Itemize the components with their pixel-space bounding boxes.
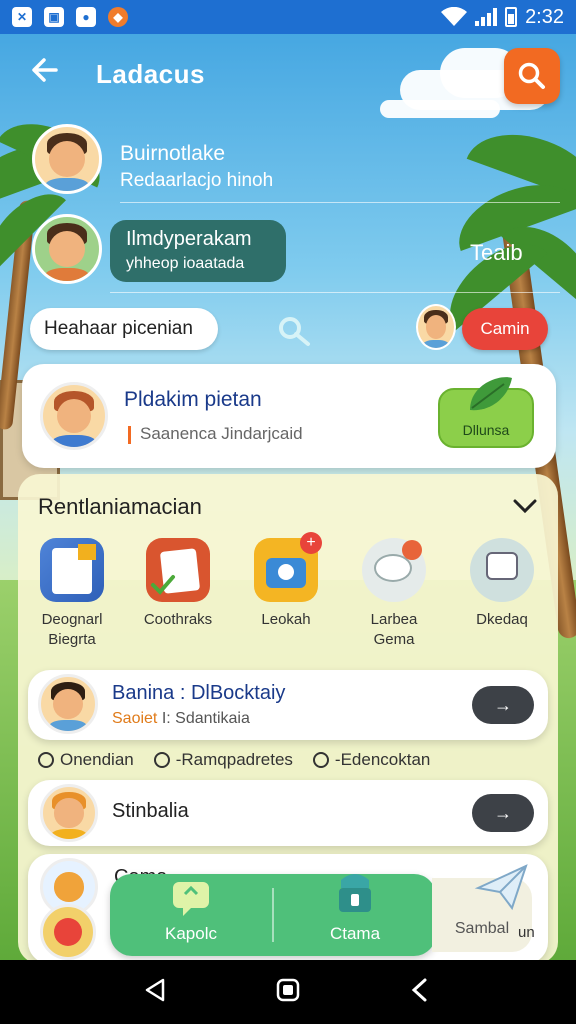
profile-name: Ilmdyperakam bbox=[126, 228, 252, 250]
app-label: Leokah bbox=[261, 611, 311, 628]
overflow-label: un bbox=[518, 924, 535, 941]
tag[interactable]: -Edencoktan bbox=[312, 750, 430, 770]
app-tile-chat[interactable] bbox=[362, 538, 426, 602]
open-button[interactable]: → bbox=[472, 794, 534, 832]
app-tile-dialog[interactable] bbox=[470, 538, 534, 602]
chat-bubble-icon bbox=[173, 882, 209, 916]
tag[interactable]: -Ramqpadretes bbox=[153, 750, 293, 770]
wifi-icon bbox=[441, 7, 468, 26]
chip-left[interactable]: Heahaar picenian bbox=[30, 308, 218, 350]
list-item-subtitle: I: Sdantikaia bbox=[161, 710, 250, 727]
feature-badge-button[interactable]: Dllunsa bbox=[438, 377, 534, 448]
app-notification-icon: ◆ bbox=[108, 7, 128, 27]
divider bbox=[110, 292, 560, 293]
leaf-icon bbox=[470, 377, 512, 411]
archive-icon bbox=[339, 874, 371, 912]
profile-card[interactable]: Ilmdyperakam yhheop ioaatada bbox=[110, 220, 286, 282]
profile-subtitle: Redaarlacjo hinoh bbox=[120, 170, 274, 191]
list-item-title: Stinbalia bbox=[112, 800, 189, 822]
tag[interactable]: Onendian bbox=[38, 750, 134, 770]
app-tile-camera[interactable]: + bbox=[254, 532, 322, 602]
back-triangle-icon[interactable] bbox=[143, 977, 169, 1008]
page-title: Ladacus bbox=[96, 58, 205, 89]
app-header: Ladacus bbox=[0, 34, 576, 114]
clock: 2:32 bbox=[525, 5, 564, 28]
nav-item-kapolc[interactable]: Kapolc bbox=[110, 874, 272, 956]
clock-icon bbox=[153, 752, 170, 768]
divider bbox=[120, 202, 560, 203]
battery-icon bbox=[505, 7, 518, 27]
chevron-down-icon[interactable] bbox=[512, 496, 538, 521]
avatar bbox=[40, 382, 108, 450]
system-navigation-bar bbox=[0, 960, 576, 1024]
recents-chevron-icon[interactable] bbox=[407, 977, 433, 1008]
feature-subtitle: Saanenca Jindarjcaid bbox=[140, 424, 303, 443]
accent-bar bbox=[128, 426, 131, 444]
app-label: Dkedaq bbox=[476, 611, 528, 628]
feature-badge-label: Dllunsa bbox=[462, 422, 510, 438]
home-icon[interactable] bbox=[275, 977, 301, 1008]
notification-icon: ✕ bbox=[12, 7, 32, 27]
nav-item-ctama[interactable]: Ctama bbox=[274, 874, 436, 956]
side-label: Teaib bbox=[470, 240, 523, 265]
profile-name: Buirnotlake bbox=[120, 142, 226, 165]
avatar bbox=[38, 674, 98, 734]
list-item-accent: Saoiet bbox=[112, 710, 158, 727]
gallery-icon: ▣ bbox=[44, 7, 64, 27]
clock-icon bbox=[312, 752, 329, 768]
app-tile-notes[interactable] bbox=[40, 538, 104, 602]
key-icon[interactable] bbox=[276, 314, 316, 355]
app-label: Deognarl Biegrta bbox=[41, 611, 103, 648]
section-title: Rentlaniamacian bbox=[38, 494, 202, 519]
tag-row: Onendian -Ramqpadretes -Edencoktan bbox=[38, 750, 538, 770]
search-button[interactable] bbox=[504, 48, 560, 104]
app-tile-contracts[interactable] bbox=[146, 538, 210, 602]
list-item[interactable]: Banina : DlBocktaiy Saoiet I: Sdantikaia… bbox=[28, 670, 548, 740]
action-chip-button[interactable]: Camin bbox=[462, 308, 548, 350]
search-icon bbox=[518, 62, 545, 89]
avatar[interactable] bbox=[32, 214, 102, 284]
profile-subtitle: yhheop ioaatada bbox=[126, 255, 245, 272]
feature-title: Pldakim pietan bbox=[124, 388, 262, 411]
open-button[interactable]: → bbox=[472, 686, 534, 724]
list-item-title: Banina : DlBocktaiy bbox=[112, 682, 286, 704]
list-item[interactable]: Stinbalia → bbox=[28, 780, 548, 846]
clock-icon bbox=[38, 752, 54, 768]
signal-icon bbox=[475, 8, 498, 26]
app-label: Larbea Gema bbox=[370, 611, 418, 648]
avatar[interactable] bbox=[32, 124, 102, 194]
paper-plane-icon[interactable] bbox=[474, 862, 530, 917]
avatar bbox=[40, 784, 98, 842]
avatar[interactable] bbox=[416, 304, 456, 350]
arrow-left-icon[interactable] bbox=[30, 55, 70, 94]
record-icon: ● bbox=[76, 7, 96, 27]
app-label: Coothraks bbox=[143, 611, 213, 628]
bottom-navigation: Kapolc Ctama Sambal bbox=[110, 874, 532, 956]
status-bar: ✕ ▣ ● ◆ 7 2:32 bbox=[0, 0, 576, 34]
feature-card[interactable]: Pldakim pietan Saanenca Jindarjcaid Dllu… bbox=[22, 364, 556, 468]
avatar[interactable] bbox=[40, 904, 96, 960]
